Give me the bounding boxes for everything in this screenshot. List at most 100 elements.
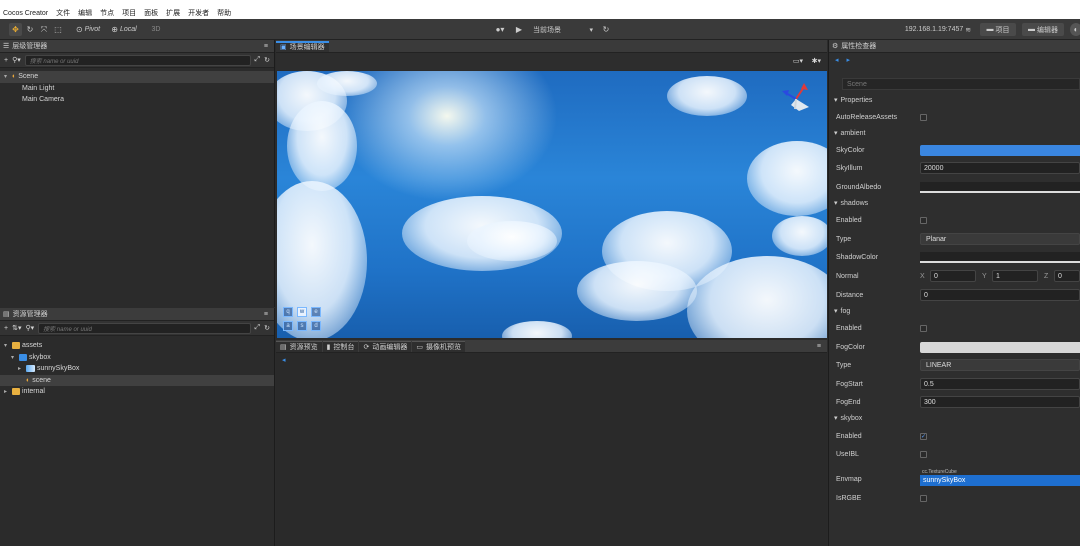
menu-node[interactable]: 节点: [100, 8, 114, 18]
section-shadows[interactable]: ▾ shadows: [828, 196, 1080, 210]
key-q[interactable]: q: [283, 307, 293, 317]
key-d[interactable]: d: [311, 321, 321, 331]
menu-developer[interactable]: 开发者: [188, 8, 209, 18]
menu-project[interactable]: 项目: [122, 8, 136, 18]
chevron-down-icon: ▾: [834, 97, 838, 104]
auto-release-checkbox[interactable]: [920, 113, 927, 121]
ground-albedo-swatch[interactable]: [920, 181, 1080, 193]
section-properties[interactable]: ▾ Properties: [828, 93, 1080, 107]
hierarchy-search-input[interactable]: 搜索 name or uuid: [24, 54, 251, 66]
rotate-tool-icon[interactable]: ↻: [24, 23, 36, 36]
fog-type-select[interactable]: LINEAR: [920, 359, 1080, 371]
menu-file[interactable]: 文件: [56, 8, 70, 18]
expand-icon[interactable]: ▸: [4, 388, 10, 395]
use-ibl-checkbox[interactable]: [920, 450, 927, 458]
axis-gizmo-icon[interactable]: [779, 81, 813, 113]
gear-icon[interactable]: ✱▾: [812, 57, 821, 65]
section-ambient[interactable]: ▾ ambient: [828, 126, 1080, 140]
menu-help[interactable]: 帮助: [217, 8, 231, 18]
expand-icon[interactable]: ▾: [4, 342, 10, 349]
fog-color-swatch[interactable]: [920, 341, 1080, 353]
preview-ip[interactable]: 192.168.1.19:7457 ≋: [898, 23, 978, 36]
mode-3d-toggle[interactable]: 3D: [148, 23, 164, 36]
tree-item-main-camera[interactable]: Main Camera: [0, 94, 274, 106]
tree-item-main-light[interactable]: Main Light: [0, 83, 274, 95]
sky-illum-input[interactable]: 20000: [920, 162, 1080, 174]
tab-console[interactable]: ▮ 控制台: [322, 340, 359, 352]
key-e[interactable]: e: [311, 307, 321, 317]
is-rgbe-checkbox[interactable]: [920, 494, 927, 502]
add-icon[interactable]: +: [4, 325, 8, 332]
project-button[interactable]: ▬ 项目: [980, 23, 1016, 36]
sort-icon[interactable]: ⇅▾: [12, 324, 21, 332]
tree-item-skybox[interactable]: ▾ skybox: [0, 352, 274, 364]
platform-select-icon[interactable]: ●▾: [492, 23, 508, 36]
panel-menu-icon[interactable]: ≡: [264, 311, 268, 318]
skybox-enabled-checkbox[interactable]: ✓: [920, 432, 927, 440]
tree-item-internal[interactable]: ▸ internal: [0, 386, 274, 398]
section-label: ambient: [840, 129, 866, 137]
search-filter-icon[interactable]: ⚲▾: [12, 56, 21, 64]
key-w[interactable]: w: [297, 307, 307, 317]
sky-color-swatch[interactable]: [920, 144, 1080, 156]
refresh-icon[interactable]: ↻: [600, 23, 612, 36]
tree-item-scene[interactable]: ◐ scene: [0, 374, 274, 386]
collapse-icon[interactable]: ⤢: [255, 56, 261, 64]
refresh-icon[interactable]: ↻: [264, 324, 270, 332]
fog-start-input[interactable]: 0.5: [920, 378, 1080, 390]
envmap-field[interactable]: cc.TextureCube sunnySkyBox: [920, 468, 1080, 490]
pivot-toggle[interactable]: ⊙ Pivot: [72, 23, 104, 36]
back-arrow-icon[interactable]: ◂: [282, 356, 286, 364]
expand-icon[interactable]: ▸: [18, 365, 24, 372]
key-s[interactable]: s: [297, 321, 307, 331]
panel-menu-icon[interactable]: ≡: [264, 43, 268, 50]
normal-x-input[interactable]: 0: [930, 270, 976, 282]
back-arrow-icon[interactable]: ◂: [835, 56, 839, 64]
shadows-enabled-checkbox[interactable]: [920, 216, 927, 224]
forward-arrow-icon[interactable]: ▸: [847, 56, 851, 64]
scene-select[interactable]: 当前场景 ▾: [530, 23, 596, 36]
menu-extension[interactable]: 扩展: [166, 8, 180, 18]
expand-icon[interactable]: ▾: [11, 354, 17, 361]
local-toggle[interactable]: ⊕ Local: [108, 23, 140, 36]
prop-label: Type: [836, 235, 852, 243]
panel-menu-icon[interactable]: ≡: [817, 343, 821, 350]
key-a[interactable]: a: [283, 321, 293, 331]
scene-icon: ◐: [12, 73, 17, 81]
scene-viewport[interactable]: q w e a s d: [277, 71, 827, 338]
add-icon[interactable]: +: [4, 57, 8, 64]
shadow-color-swatch[interactable]: [920, 251, 1080, 263]
refresh-icon[interactable]: ↻: [264, 56, 270, 64]
envmap-asset-value[interactable]: sunnySkyBox: [920, 475, 1080, 486]
menu-panel[interactable]: 面板: [144, 8, 158, 18]
prop-label: ShadowColor: [836, 253, 879, 261]
move-tool-icon[interactable]: ✥: [9, 23, 22, 36]
normal-z-input[interactable]: 0: [1054, 270, 1080, 282]
camera-select-icon[interactable]: ▭▾: [793, 57, 803, 65]
scale-tool-icon[interactable]: ⤧: [38, 23, 50, 36]
fog-end-input[interactable]: 300: [920, 396, 1080, 408]
distance-input[interactable]: 0: [920, 289, 1080, 301]
rect-tool-icon[interactable]: ⬚: [52, 23, 64, 36]
expand-icon[interactable]: ▾: [4, 73, 10, 80]
tree-item-sunnyskybox[interactable]: ▸ sunnySkyBox: [0, 363, 274, 375]
tree-item-assets[interactable]: ▾ assets: [0, 340, 274, 352]
user-avatar-icon[interactable]: ◐: [1070, 23, 1080, 36]
tab-camera-preview[interactable]: ▭ 摄像机预览: [412, 340, 465, 352]
normal-y-input[interactable]: 1: [992, 270, 1038, 282]
fog-enabled-checkbox[interactable]: [920, 324, 927, 332]
tab-scene-editor[interactable]: ▣ 场景编辑器: [276, 40, 329, 52]
play-icon[interactable]: ▶: [514, 23, 524, 36]
shadows-type-select[interactable]: Planar: [920, 233, 1080, 245]
assets-search-input[interactable]: 搜索 name or uuid: [38, 322, 251, 334]
editor-button[interactable]: ▬ 编辑器: [1022, 23, 1064, 36]
search-filter-icon[interactable]: ⚲▾: [25, 324, 34, 332]
tree-item-scene[interactable]: ▾ ◐ Scene: [0, 71, 274, 83]
menu-edit[interactable]: 编辑: [78, 8, 92, 18]
node-name-field[interactable]: Scene: [842, 78, 1080, 90]
section-fog[interactable]: ▾ fog: [828, 304, 1080, 318]
section-skybox[interactable]: ▾ skybox: [828, 411, 1080, 425]
tab-animation-editor[interactable]: ⟳ 动画编辑器: [359, 340, 412, 352]
tab-asset-preview[interactable]: ▤ 资源预览: [276, 340, 322, 352]
collapse-icon[interactable]: ⤢: [255, 324, 261, 332]
